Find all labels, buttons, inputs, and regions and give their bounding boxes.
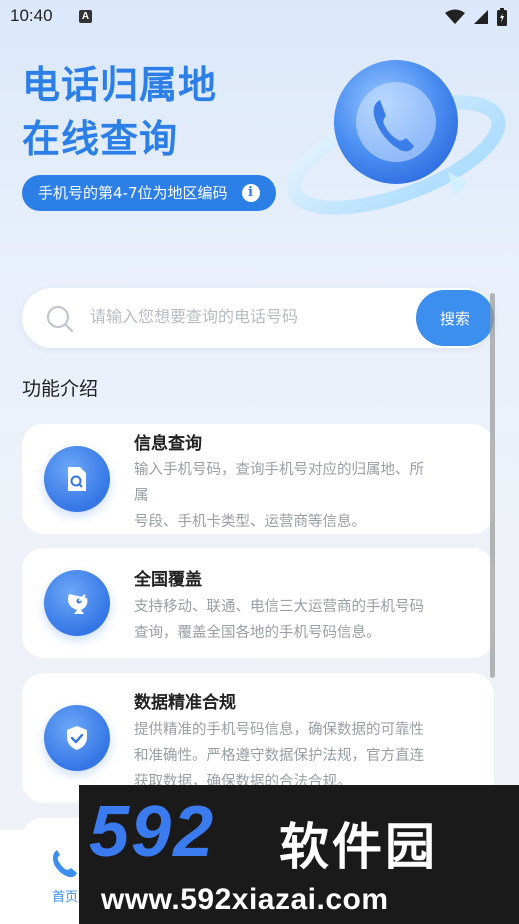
search-bar: 搜索 — [22, 288, 494, 348]
document-search-icon — [68, 467, 86, 491]
phone-number-input[interactable] — [88, 306, 412, 327]
watermark-url: www.592xiazai.com — [101, 883, 389, 916]
feature-icon-circle — [44, 705, 110, 771]
hero-title-line1: 电话归属地 — [22, 63, 218, 107]
badge-text: 手机号的第4-7位为地区编码 — [38, 184, 228, 202]
feature-title: 全国覆盖 — [134, 570, 202, 590]
feature-card-info-query[interactable]: 信息查询 输入手机号码，查询手机号对应的归属地、所 属 号段、手机卡类型、运营商… — [22, 424, 494, 534]
feature-title: 信息查询 — [134, 434, 202, 454]
watermark-brand-digits: 592 — [89, 792, 216, 872]
watermark-logo: 592 软件园 www.592xiazai.com — [79, 785, 519, 924]
signal-icon — [474, 10, 488, 24]
shield-check-icon — [67, 726, 87, 750]
feature-icon-circle — [44, 446, 110, 512]
hero-title: 电话归属地 在线查询 — [22, 58, 217, 166]
satellite-dish-icon — [68, 594, 88, 614]
watermark-brand-cn: 软件园 — [279, 818, 438, 876]
phone-icon — [53, 850, 77, 878]
phone-orbit-illustration — [286, 60, 506, 215]
hero-title-line2: 在线查询 — [22, 117, 179, 161]
section-title: 功能介绍 — [22, 378, 99, 400]
notification-icon: A — [79, 10, 92, 23]
feature-title: 数据精准合规 — [134, 693, 236, 713]
feature-description: 输入手机号码，查询手机号对应的归属地、所 属 号段、手机卡类型、运营商等信息。 — [134, 462, 424, 530]
feature-card-national-coverage[interactable]: 全国覆盖 支持移动、联通、电信三大运营商的手机号码 查询，覆盖全国各地的手机号码… — [22, 548, 494, 658]
feature-description: 提供精准的手机号码信息，确保数据的可靠性 和准确性。严格遵守数据保护法规，官方直… — [134, 722, 424, 790]
feature-description: 支持移动、联通、电信三大运营商的手机号码 查询，覆盖全国各地的手机号码信息。 — [134, 599, 424, 641]
scrollbar[interactable] — [490, 293, 495, 678]
info-icon[interactable]: i — [241, 184, 260, 202]
battery-icon — [497, 8, 507, 26]
search-button[interactable]: 搜索 — [416, 290, 494, 346]
feature-card-accurate-compliant[interactable]: 数据精准合规 提供精准的手机号码信息，确保数据的可靠性 和准确性。严格遵守数据保… — [22, 673, 494, 803]
status-icons — [445, 8, 507, 26]
status-bar: 10:40 A — [0, 0, 519, 34]
wifi-icon — [445, 9, 465, 24]
status-time: 10:40 — [10, 6, 53, 25]
area-code-hint-badge[interactable]: 手机号的第4-7位为地区编码 i — [22, 175, 276, 211]
feature-icon-circle — [44, 570, 110, 636]
search-icon — [46, 305, 74, 333]
